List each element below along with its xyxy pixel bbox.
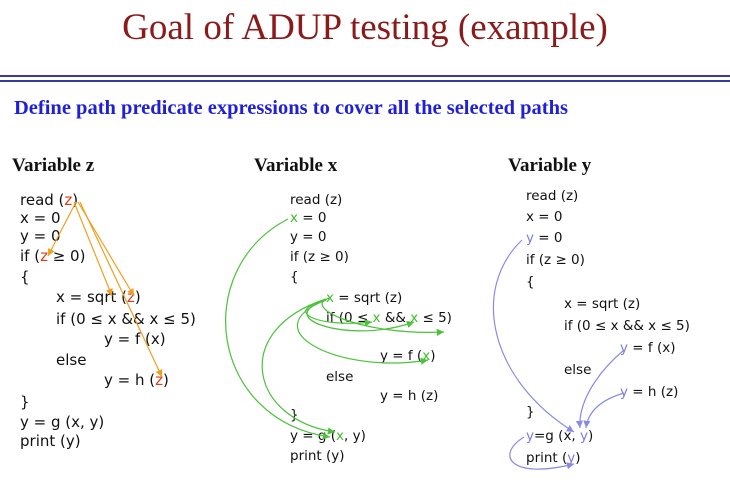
y-arrow-f-to-g bbox=[575, 349, 625, 429]
y-arrow-h-to-g bbox=[583, 392, 625, 429]
y-def-use-arrows bbox=[492, 239, 625, 470]
def-use-arrows bbox=[47, 201, 625, 470]
y-arrow-y0-to-g bbox=[492, 239, 575, 433]
z-def-use-arrows bbox=[47, 201, 163, 378]
y-arrow-g-to-print bbox=[509, 436, 575, 470]
z-arrow-to-if bbox=[47, 201, 77, 257]
x-arrow-sqrt-to-if-x1b bbox=[321, 297, 445, 336]
z-arrow-to-h bbox=[79, 201, 163, 378]
x-def-use-arrows bbox=[225, 218, 445, 440]
x-arrow-sqrt-to-if-x2 bbox=[306, 299, 415, 332]
